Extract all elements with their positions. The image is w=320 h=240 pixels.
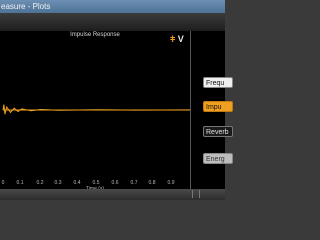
- window-title: easure - Plots: [0, 0, 225, 13]
- reverb-time-button[interactable]: Reverb: [203, 126, 233, 137]
- resize-handle[interactable]: [192, 190, 200, 198]
- impulse-series-line: [2, 104, 190, 115]
- app-logo: ǂ V: [170, 34, 184, 44]
- plot-svg: [2, 104, 190, 115]
- speaker-wave-icon: ǂ: [170, 34, 178, 44]
- impulse-response-graph[interactable]: Impulse Response 0 0.1 0.2 0.3 0.4 0.5 0…: [0, 31, 191, 192]
- logo-letter: V: [177, 34, 184, 44]
- impulse-trace: [2, 104, 190, 115]
- toolbar: [0, 13, 225, 31]
- frequency-response-button[interactable]: Frequ: [203, 77, 233, 88]
- impulse-response-button[interactable]: Impu: [203, 101, 233, 112]
- energy-time-button[interactable]: Energ: [203, 153, 233, 164]
